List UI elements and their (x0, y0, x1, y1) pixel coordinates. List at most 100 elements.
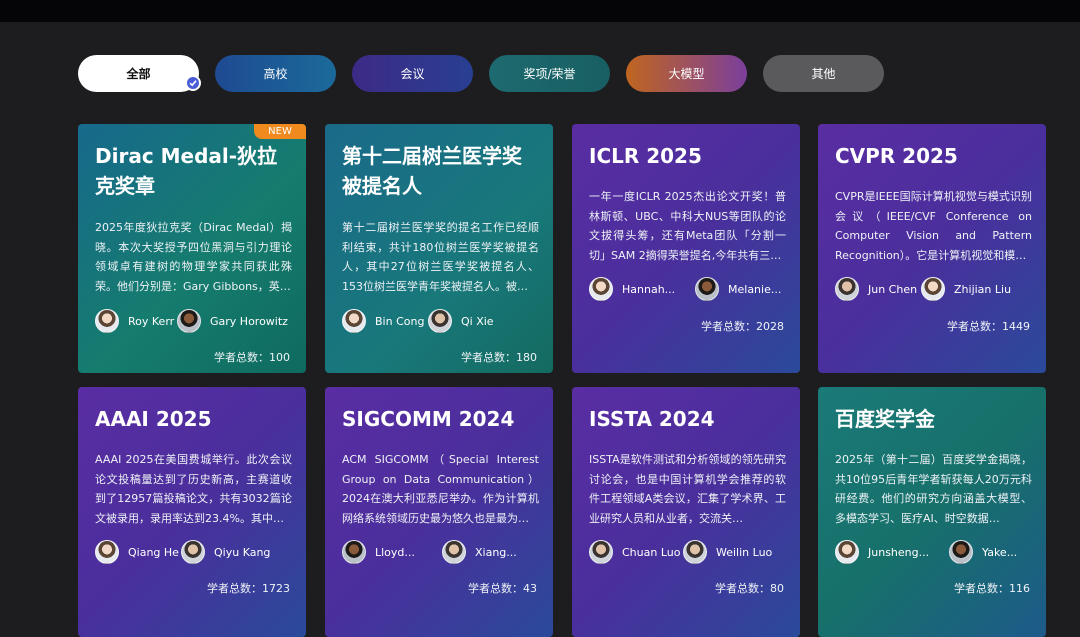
card-title: 第十二届树兰医学奖被提名人 (342, 144, 522, 198)
scholar-count: 学者总数：116 (954, 582, 1030, 595)
scholar-count: 学者总数：80 (715, 582, 784, 595)
card-description: 一年一度ICLR 2025杰出论文开奖！普林斯顿、UBC、中科大NUS等团队的论… (589, 190, 786, 262)
scholar-name: Junsheng... (868, 545, 930, 559)
card-issta-2024[interactable]: ISSTA 2024 ISSTA是软件测试和分析领域的领先研究讨论会，也是中国计… (572, 387, 800, 637)
scholar[interactable]: Junsheng... (835, 540, 929, 564)
card-aaai-2025[interactable]: AAAI 2025 AAAI 2025在美国费城举行。此次会议论文投稿量达到了历… (78, 387, 306, 637)
card-description: ISSTA是软件测试和分析领域的领先研究讨论会，也是中国计算机学会推荐的软件工程… (589, 453, 786, 525)
avatar (95, 309, 119, 333)
scholar[interactable]: Bin Cong (342, 309, 424, 333)
card-title: 百度奖学金 (835, 407, 935, 431)
avatar (428, 309, 452, 333)
avatar (342, 540, 366, 564)
card-cvpr-2025[interactable]: CVPR 2025 CVPR是IEEE国际计算机视觉与模式识别会议（IEEE/C… (818, 124, 1046, 373)
filter-universities[interactable]: 高校 (215, 55, 336, 92)
avatar (589, 540, 613, 564)
scholar[interactable]: Yake... (949, 540, 1017, 564)
scholar-name: Lloyd... (375, 545, 415, 559)
filter-label: 会议 (400, 67, 425, 81)
avatar (589, 277, 613, 301)
scholar-name: Qiang He (128, 545, 179, 559)
scholar-count: 学者总数：2028 (701, 320, 784, 333)
scholar-name: Weilin Luo (716, 545, 773, 559)
card-title: AAAI 2025 (95, 407, 212, 431)
avatar (181, 540, 205, 564)
avatar (442, 540, 466, 564)
card-description: ACM SIGCOMM（Special Interest Group on Da… (342, 453, 539, 525)
avatar (177, 309, 201, 333)
card-dirac-medal[interactable]: NEW Dirac Medal-狄拉克奖章 2025年度狄拉克奖（Dirac M… (78, 124, 306, 373)
scholar-list: Hannah... Melanie... (589, 277, 790, 301)
scholar-name: Gary Horowitz (210, 314, 288, 328)
card-sigcomm-2024[interactable]: SIGCOMM 2024 ACM SIGCOMM（Special Interes… (325, 387, 553, 637)
scholar[interactable]: Qiyu Kang (181, 540, 270, 564)
scholar-count: 学者总数：180 (461, 351, 537, 364)
avatar (683, 540, 707, 564)
filter-label: 大模型 (668, 67, 705, 81)
scholar[interactable]: Qiang He (95, 540, 179, 564)
avatar (921, 277, 945, 301)
scholar-list: Junsheng... Yake... (835, 540, 1036, 564)
card-title: SIGCOMM 2024 (342, 407, 515, 431)
scholar-name: Chuan Luo (622, 545, 681, 559)
avatar (695, 277, 719, 301)
scholar-count: 学者总数：43 (468, 582, 537, 595)
scholar[interactable]: Gary Horowitz (177, 309, 288, 333)
scholar[interactable]: Chuan Luo (589, 540, 680, 564)
scholar[interactable]: Melanie... (695, 277, 781, 301)
check-icon (185, 75, 201, 91)
scholar-list: Jun Chen Zhijian Liu (835, 277, 1036, 301)
filter-label: 高校 (263, 67, 288, 81)
scholar-count: 学者总数：1449 (947, 320, 1030, 333)
scholar-name: Xiang... (475, 545, 517, 559)
filter-conferences[interactable]: 会议 (352, 55, 473, 92)
avatar (835, 540, 859, 564)
filter-awards[interactable]: 奖项/荣誉 (489, 55, 610, 92)
scholar[interactable]: Hannah... (589, 277, 675, 301)
card-title: CVPR 2025 (835, 144, 958, 168)
card-shulan-medical-award[interactable]: 第十二届树兰医学奖被提名人 第十二届树兰医学奖的提名工作已经顺利结束，共计180… (325, 124, 553, 373)
scholar-list: Chuan Luo Weilin Luo (589, 540, 790, 564)
scholar[interactable]: Roy Kerr (95, 309, 174, 333)
scholar-list: Bin Cong Qi Xie (342, 309, 543, 333)
filter-label: 奖项/荣誉 (523, 67, 576, 81)
scholar-name: Qiyu Kang (214, 545, 271, 559)
card-description: AAAI 2025在美国费城举行。此次会议论文投稿量达到了历史新高，主赛道收到了… (95, 453, 292, 525)
filter-label: 其他 (811, 67, 836, 81)
avatar (95, 540, 119, 564)
avatar (342, 309, 366, 333)
scholar[interactable]: Weilin Luo (683, 540, 772, 564)
scholar[interactable]: Jun Chen (835, 277, 917, 301)
filter-other[interactable]: 其他 (763, 55, 884, 92)
scholar-list: Roy Kerr Gary Horowitz (95, 309, 296, 333)
filter-all[interactable]: 全部 (78, 55, 201, 92)
scholar-name: Qi Xie (461, 314, 494, 328)
scholar[interactable]: Lloyd... (342, 540, 415, 564)
scholar[interactable]: Qi Xie (428, 309, 494, 333)
card-description: 2025年（第十二届）百度奖学金揭晓，共10位95后青年学者斩获每人20万元科研… (835, 453, 1032, 525)
top-bar (0, 0, 1080, 22)
scholar-name: Yake... (982, 545, 1018, 559)
card-description: 第十二届树兰医学奖的提名工作已经顺利结束，共计180位树兰医学奖被提名人，其中2… (342, 221, 539, 293)
card-title: ISSTA 2024 (589, 407, 715, 431)
scholar[interactable]: Xiang... (442, 540, 517, 564)
scholar[interactable]: Zhijian Liu (921, 277, 1011, 301)
filter-label: 全部 (126, 67, 151, 81)
scholar-name: Roy Kerr (128, 314, 175, 328)
scholar-name: Bin Cong (375, 314, 425, 328)
scholar-list: Lloyd... Xiang... (342, 540, 543, 564)
scholar-name: Zhijian Liu (954, 282, 1012, 296)
scholar-name: Jun Chen (868, 282, 918, 296)
card-iclr-2025[interactable]: ICLR 2025 一年一度ICLR 2025杰出论文开奖！普林斯顿、UBC、中… (572, 124, 800, 373)
scholar-name: Hannah... (622, 282, 676, 296)
card-title: ICLR 2025 (589, 144, 702, 168)
scholar-count: 学者总数：1723 (207, 582, 290, 595)
card-description: CVPR是IEEE国际计算机视觉与模式识别会议（IEEE/CVF Confere… (835, 190, 1032, 262)
filter-large-models[interactable]: 大模型 (626, 55, 747, 92)
card-description: 2025年度狄拉克奖（Dirac Medal）揭晓。本次大奖授予四位黑洞与引力理… (95, 221, 292, 293)
new-badge: NEW (254, 124, 306, 139)
scholar-count: 学者总数：100 (214, 351, 290, 364)
card-baidu-scholarship[interactable]: 百度奖学金 2025年（第十二届）百度奖学金揭晓，共10位95后青年学者斩获每人… (818, 387, 1046, 637)
avatar (835, 277, 859, 301)
avatar (949, 540, 973, 564)
